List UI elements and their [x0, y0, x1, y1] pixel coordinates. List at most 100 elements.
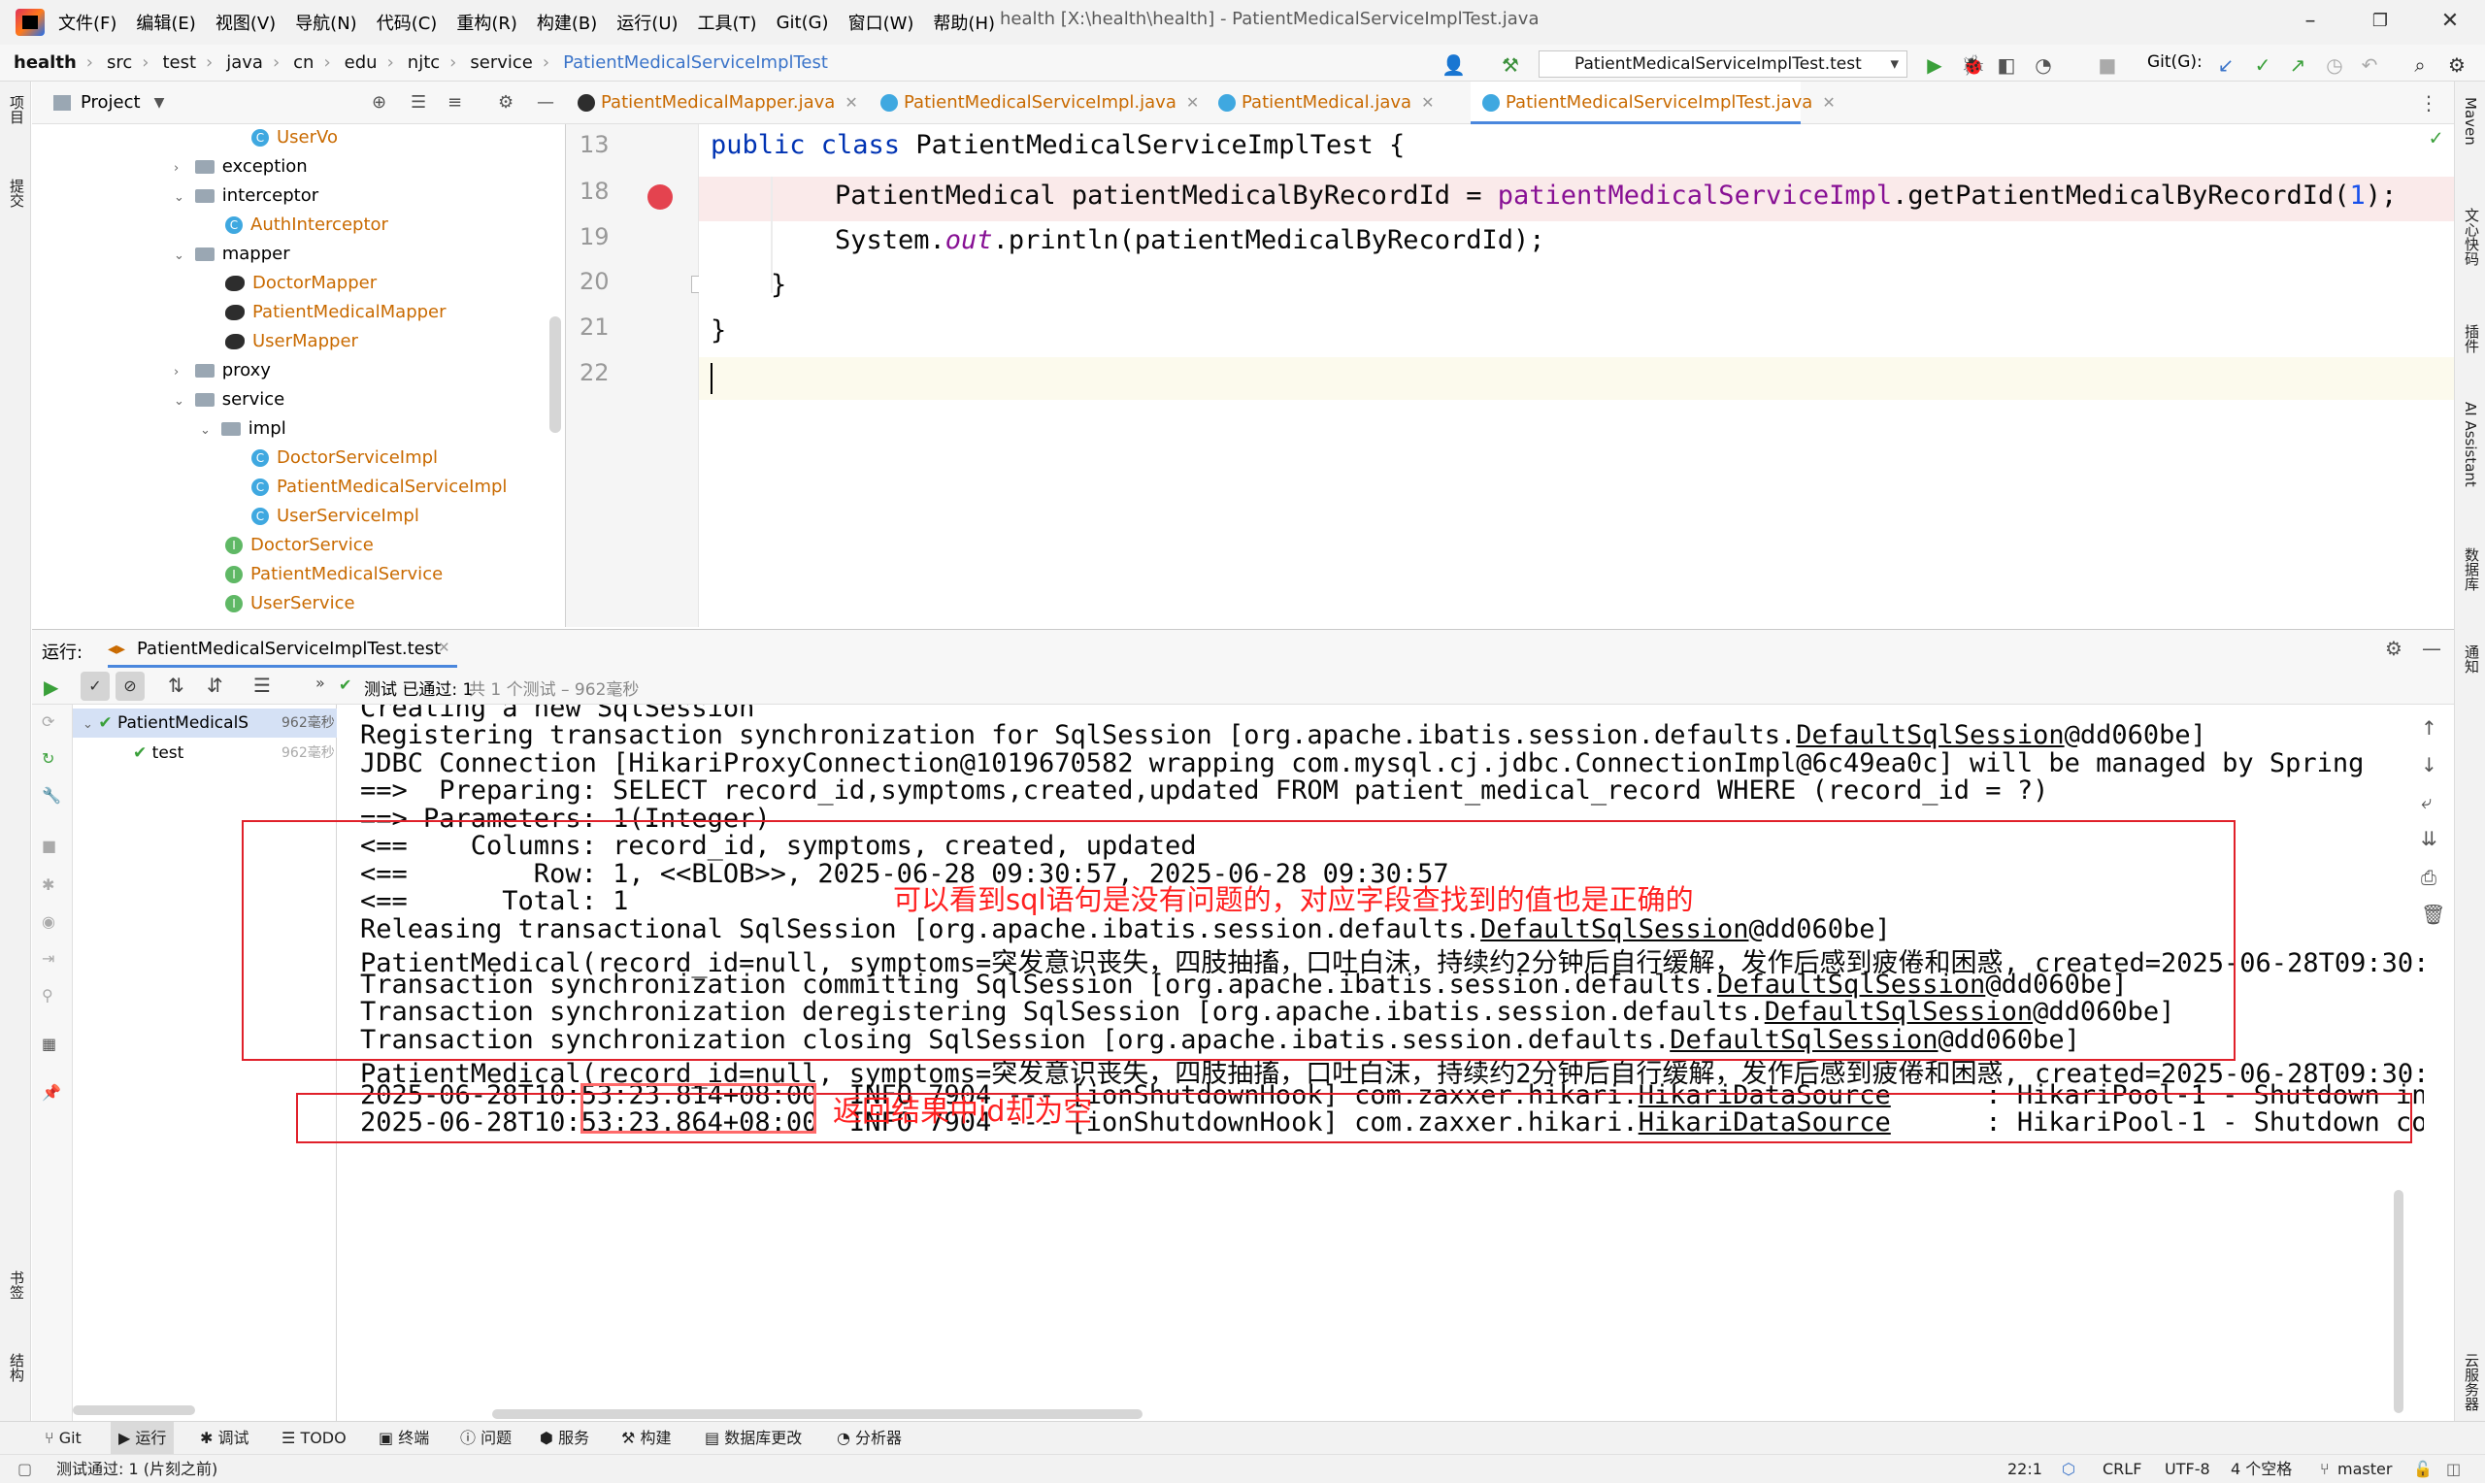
- more-icon[interactable]: »: [315, 674, 325, 692]
- search-icon[interactable]: ⌕: [2409, 54, 2431, 76]
- chevron-right-icon[interactable]: ›: [174, 155, 189, 182]
- tree-item-interceptor[interactable]: ⌄ interceptor: [174, 182, 318, 210]
- tree-item-doctormapper[interactable]: DoctorMapper: [225, 270, 377, 297]
- coverage-icon[interactable]: ◧: [1996, 54, 2017, 76]
- tab-patientmedicalserviceimpl[interactable]: PatientMedicalServiceImpl.java ✕: [869, 82, 1205, 124]
- lock-icon[interactable]: 🔓: [2413, 1455, 2433, 1484]
- stop-icon[interactable]: ■: [42, 837, 56, 855]
- print-icon[interactable]: ⎙: [2421, 866, 2436, 889]
- tool-todo[interactable]: ☰ TODO: [282, 1422, 347, 1455]
- locate-icon[interactable]: ⊕: [372, 92, 386, 113]
- tree-item-patientmedicalmapper[interactable]: PatientMedicalMapper: [225, 299, 447, 326]
- tree-item-proxy[interactable]: › proxy: [174, 357, 271, 384]
- test-tree-method[interactable]: ✔ test 962毫秒: [133, 740, 335, 767]
- stop-icon[interactable]: ■: [2097, 54, 2118, 76]
- ai-status-icon[interactable]: ⬡: [2062, 1455, 2075, 1484]
- close-icon[interactable]: ✕: [2431, 4, 2469, 39]
- breadcrumb-item[interactable]: health: [14, 52, 77, 73]
- menu-run[interactable]: 运行(U): [616, 10, 678, 35]
- minimize-icon[interactable]: –: [2291, 4, 2330, 39]
- tree-item-exception[interactable]: › exception: [174, 153, 308, 181]
- user-icon[interactable]: 👤: [1441, 54, 1466, 76]
- doc-tool-button[interactable]: 文心快码: [2462, 208, 2482, 266]
- breadcrumb-item[interactable]: edu: [345, 52, 378, 73]
- plugin-tool-button[interactable]: 插件: [2462, 324, 2482, 353]
- scroll-up-icon[interactable]: ↑: [2421, 716, 2437, 740]
- breadcrumb-item[interactable]: java: [226, 52, 263, 73]
- scroll-down-icon[interactable]: ↓: [2421, 753, 2437, 776]
- tree-item-uservo[interactable]: C UserVo: [251, 124, 338, 151]
- console-output[interactable]: Creating a new SqlSession Registering tr…: [337, 705, 2424, 1421]
- tree-item-userservice[interactable]: I UserService: [225, 590, 355, 617]
- rerun-failed-icon[interactable]: ↻: [42, 749, 54, 768]
- tool-debug[interactable]: ✱ 调试: [200, 1422, 249, 1455]
- menu-refactor[interactable]: 重构(R): [456, 10, 517, 35]
- menu-code[interactable]: 代码(C): [377, 10, 438, 35]
- chevron-down-icon[interactable]: ⌄: [83, 717, 93, 732]
- test-tree-class[interactable]: ⌄ ✔ PatientMedicalS 962毫秒: [83, 709, 335, 737]
- close-icon[interactable]: ✕: [845, 93, 857, 112]
- pin-icon[interactable]: ⟳: [42, 712, 54, 731]
- tree-item-mapper[interactable]: ⌄ mapper: [174, 241, 290, 268]
- git-commit-icon[interactable]: ✓: [2252, 54, 2273, 76]
- structure-tool-button[interactable]: 结构: [7, 1353, 27, 1382]
- breadcrumb-item[interactable]: test: [162, 52, 196, 73]
- soft-wrap-icon[interactable]: ⤶: [2421, 790, 2432, 813]
- gear-icon[interactable]: ⚙: [2385, 637, 2402, 660]
- breadcrumb-item[interactable]: PatientMedicalServiceImplTest: [563, 52, 828, 73]
- sort-alpha-icon[interactable]: ⇅: [168, 674, 184, 697]
- tab-patientmedicalmapper[interactable]: PatientMedicalMapper.java ✕: [566, 82, 865, 124]
- menu-navigate[interactable]: 导航(N): [295, 10, 357, 35]
- breadcrumb-item[interactable]: njtc: [408, 52, 440, 73]
- tool-problems[interactable]: ⓘ 问题: [460, 1422, 512, 1455]
- expand-all-icon[interactable]: ☰: [253, 674, 271, 697]
- menu-view[interactable]: 视图(V): [215, 10, 276, 35]
- status-toggle-icon[interactable]: ▢: [17, 1455, 32, 1484]
- caret-position[interactable]: 22:1: [2007, 1455, 2042, 1484]
- menu-tools[interactable]: 工具(T): [698, 10, 757, 35]
- menu-window[interactable]: 窗口(W): [848, 10, 914, 35]
- show-passed-icon[interactable]: ✓: [81, 672, 110, 701]
- code-editor[interactable]: public class PatientMedicalServiceImplTe…: [699, 124, 2454, 627]
- close-icon[interactable]: ✕: [1421, 93, 1434, 112]
- menu-git[interactable]: Git(G): [777, 13, 829, 33]
- chevron-down-icon[interactable]: ▼: [154, 95, 165, 111]
- commit-tool-button[interactable]: 提交: [7, 179, 27, 208]
- history-icon[interactable]: ◷: [2324, 54, 2345, 76]
- tree-item-authinterceptor[interactable]: C AuthInterceptor: [225, 212, 388, 239]
- tree-item-impl[interactable]: ⌄ impl: [200, 415, 286, 443]
- trash-icon[interactable]: 🗑: [2421, 903, 2445, 926]
- breadcrumb-item[interactable]: cn: [293, 52, 314, 73]
- tool-terminal[interactable]: ▣ 终端: [379, 1422, 429, 1455]
- bookmarks-tool-button[interactable]: 书签: [7, 1270, 27, 1300]
- scrollbar[interactable]: [549, 316, 561, 433]
- tree-item-patientmedicalservice[interactable]: I PatientMedicalService: [225, 561, 443, 588]
- tree-item-service[interactable]: ⌄ service: [174, 386, 284, 413]
- scrollbar[interactable]: [73, 1405, 195, 1415]
- tree-item-patientmedicalserviceimpl[interactable]: C PatientMedicalServiceImpl: [251, 474, 507, 501]
- maximize-icon[interactable]: ❐: [2361, 4, 2400, 39]
- dump-icon[interactable]: ✱: [42, 875, 54, 894]
- project-tool-button[interactable]: 项目: [7, 95, 27, 124]
- breadcrumb-item[interactable]: src: [107, 52, 132, 73]
- rollback-icon[interactable]: ↶: [2359, 54, 2380, 76]
- menu-build[interactable]: 构建(B): [537, 10, 597, 35]
- chevron-down-icon[interactable]: ⌄: [174, 184, 189, 212]
- memory-icon[interactable]: ◫: [2446, 1455, 2461, 1484]
- debug-icon[interactable]: 🐞: [1961, 54, 1985, 76]
- pin-tab-icon[interactable]: 📌: [42, 1083, 61, 1102]
- chevron-down-icon[interactable]: ⌄: [174, 243, 189, 270]
- tool-services[interactable]: ⬢ 服务: [540, 1422, 589, 1455]
- run-icon[interactable]: ▶: [1924, 54, 1945, 76]
- close-icon[interactable]: ✕: [1186, 93, 1199, 112]
- tool-run[interactable]: ▶ 运行: [111, 1422, 175, 1455]
- tool-git[interactable]: ⑂ Git: [45, 1422, 82, 1455]
- menu-help[interactable]: 帮助(H): [933, 10, 995, 35]
- git-branch[interactable]: master: [2337, 1455, 2392, 1484]
- breadcrumb-item[interactable]: service: [470, 52, 532, 73]
- console-link[interactable]: DefaultSqlSession: [1796, 720, 2064, 750]
- tab-patientmedical[interactable]: PatientMedical.java ✕: [1207, 82, 1467, 124]
- scroll-to-end-icon[interactable]: ⇊: [2421, 827, 2437, 850]
- wrench-icon[interactable]: 🔧: [42, 786, 61, 805]
- chevron-down-icon[interactable]: ⌄: [200, 417, 215, 445]
